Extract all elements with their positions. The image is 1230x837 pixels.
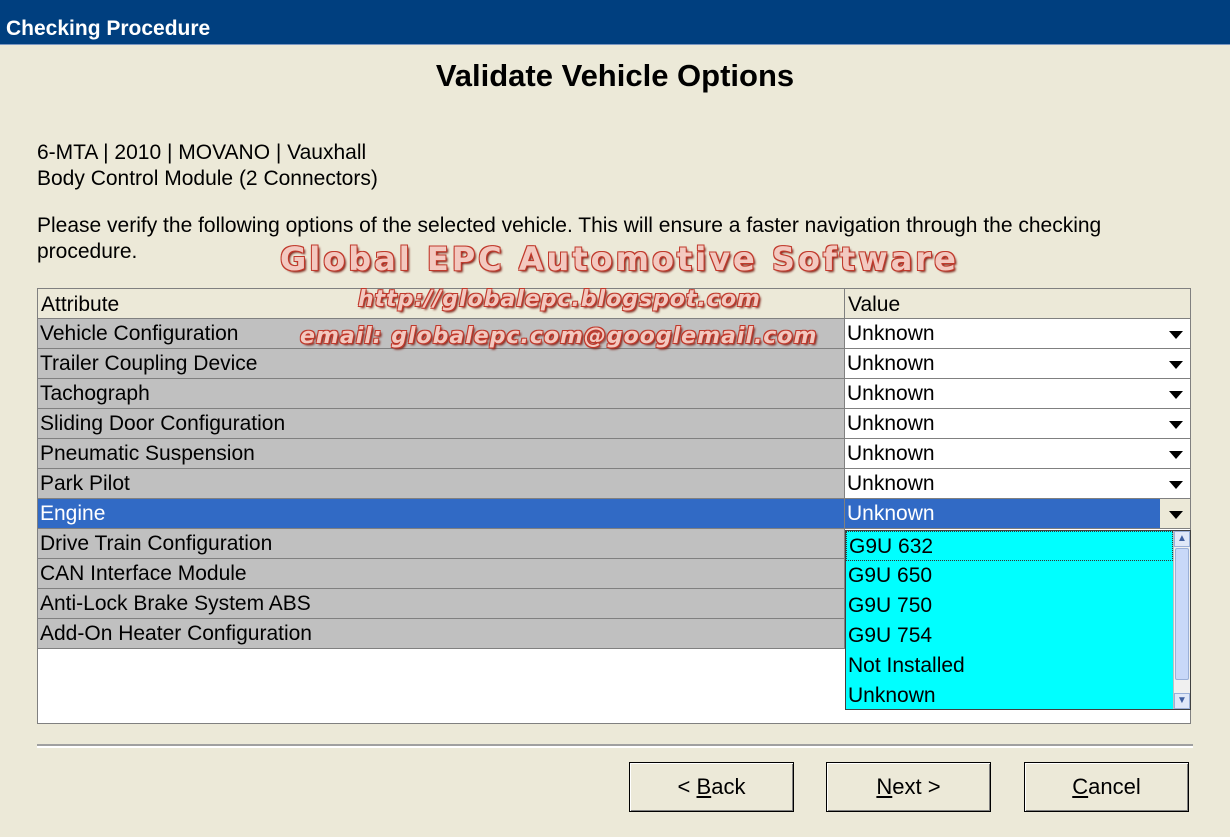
page-title: Validate Vehicle Options — [435, 58, 795, 93]
table-row[interactable]: Park Pilot Unknown — [38, 469, 1190, 499]
value-select[interactable]: Unknown — [845, 409, 1190, 439]
attribute-cell: Pneumatic Suspension — [38, 439, 845, 469]
cancel-button[interactable]: Cancel — [1024, 762, 1189, 812]
next-button-mnemonic: N — [876, 774, 893, 799]
back-button[interactable]: < Back — [629, 762, 794, 812]
chevron-down-icon[interactable] — [1160, 469, 1190, 498]
scroll-up-icon[interactable]: ▲ — [1174, 531, 1190, 547]
dropdown-scrollbar[interactable]: ▲ ▼ — [1173, 531, 1190, 709]
value-text: Unknown — [847, 352, 935, 375]
watermark-url: http://globalepc.blogspot.com — [358, 287, 761, 312]
dropdown-option[interactable]: G9U 754 — [846, 621, 1173, 651]
watermark-title: Global EPC Automotive Software — [280, 240, 959, 278]
dropdown-option[interactable]: Unknown — [846, 681, 1173, 711]
value-text: Unknown — [847, 442, 935, 465]
back-button-prefix: < — [677, 774, 697, 799]
attribute-cell: Tachograph — [38, 379, 845, 409]
value-select[interactable]: Unknown — [845, 379, 1190, 409]
scroll-down-icon[interactable]: ▼ — [1174, 693, 1190, 709]
dropdown-option[interactable]: Not Installed — [846, 651, 1173, 681]
scrollbar-thumb[interactable] — [1175, 548, 1189, 680]
engine-options-dropdown[interactable]: G9U 632 G9U 650 G9U 750 G9U 754 Not Inst… — [845, 530, 1191, 710]
value-select[interactable]: Unknown — [845, 319, 1190, 349]
chevron-down-icon[interactable] — [1160, 379, 1190, 408]
watermark-email: email: globalepc.com@googlemail.com — [300, 324, 818, 349]
table-row[interactable]: Tachograph Unknown — [38, 379, 1190, 409]
chevron-down-icon[interactable] — [1160, 319, 1190, 348]
value-select[interactable]: Unknown — [845, 469, 1190, 499]
value-text: Unknown — [847, 472, 935, 495]
cancel-button-mnemonic: C — [1072, 774, 1089, 799]
attribute-cell: Add-On Heater Configuration — [38, 619, 845, 649]
next-button-label: ext > — [892, 774, 941, 799]
value-select[interactable]: Unknown — [845, 349, 1190, 379]
table-row[interactable]: Trailer Coupling Device Unknown — [38, 349, 1190, 379]
back-button-mnemonic: B — [696, 774, 712, 799]
dropdown-option[interactable]: G9U 650 — [846, 561, 1173, 591]
attribute-cell: Sliding Door Configuration — [38, 409, 845, 439]
value-select[interactable]: Unknown — [845, 499, 1190, 529]
chevron-down-icon[interactable] — [1160, 349, 1190, 378]
value-text: Unknown — [847, 412, 935, 435]
attribute-cell: CAN Interface Module — [38, 559, 845, 589]
next-button[interactable]: Next > — [826, 762, 991, 812]
value-text: Unknown — [847, 502, 935, 525]
value-select[interactable]: Unknown — [845, 439, 1190, 469]
attribute-cell: Anti-Lock Brake System ABS — [38, 589, 845, 619]
cancel-button-label: ancel — [1088, 774, 1141, 799]
chevron-down-icon[interactable] — [1160, 499, 1190, 528]
chevron-down-icon[interactable] — [1160, 439, 1190, 468]
dropdown-option[interactable]: G9U 632 — [846, 531, 1173, 561]
divider-highlight — [37, 746, 1193, 748]
chevron-down-icon[interactable] — [1160, 409, 1190, 438]
module-info: Body Control Module (2 Connectors) — [37, 167, 378, 190]
table-row[interactable]: Pneumatic Suspension Unknown — [38, 439, 1190, 469]
vehicle-info: 6-MTA | 2010 | MOVANO | Vauxhall — [37, 141, 367, 164]
table-row-selected[interactable]: Engine Unknown — [38, 499, 1190, 529]
table-row[interactable]: Sliding Door Configuration Unknown — [38, 409, 1190, 439]
back-button-label: ack — [711, 774, 746, 799]
dropdown-option[interactable]: G9U 750 — [846, 591, 1173, 621]
value-text: Unknown — [847, 322, 935, 345]
value-text: Unknown — [847, 382, 935, 405]
attribute-cell: Park Pilot — [38, 469, 845, 499]
window-title: Checking Procedure — [0, 0, 1230, 45]
attribute-cell: Engine — [38, 499, 845, 529]
attribute-cell: Trailer Coupling Device — [38, 349, 845, 379]
attribute-cell: Drive Train Configuration — [38, 529, 845, 559]
column-header-value[interactable]: Value — [845, 289, 1190, 319]
